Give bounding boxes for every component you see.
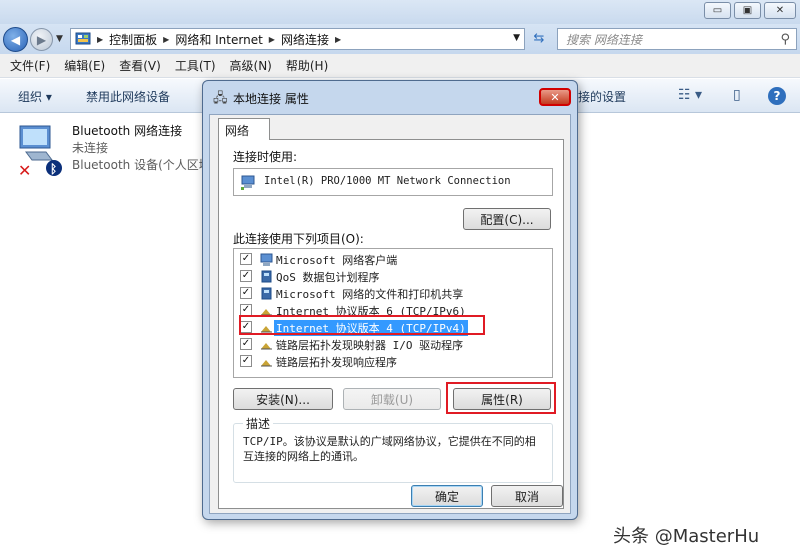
chevron-right-icon: ▶ <box>97 34 104 44</box>
list-item[interactable]: ✓ 链路层拓扑发现映射器 I/O 驱动程序 <box>234 336 552 353</box>
menu-bar: 文件(F) 编辑(E) 查看(V) 工具(T) 高级(N) 帮助(H) <box>0 54 800 78</box>
breadcrumb-network-connections[interactable]: 网络连接 <box>281 31 329 48</box>
service-icon <box>261 270 272 283</box>
chevron-right-icon[interactable]: ▶ <box>269 35 275 44</box>
highlight-box-properties <box>446 382 556 414</box>
item-label: QoS 数据包计划程序 <box>276 271 380 284</box>
adapter-field: Intel(R) PRO/1000 MT Network Connection <box>233 168 553 196</box>
back-button[interactable]: ◀ <box>3 27 28 52</box>
change-settings-button[interactable]: 接的设置 <box>578 88 626 105</box>
list-item[interactable]: ✓ Microsoft 网络的文件和打印机共享 <box>234 285 552 302</box>
connection-name[interactable]: Bluetooth 网络连接 <box>72 122 182 139</box>
menu-tools[interactable]: 工具(T) <box>175 57 225 74</box>
svg-text:✕: ✕ <box>18 161 31 178</box>
tab-network[interactable]: 网络 <box>218 118 270 140</box>
list-item[interactable]: ✓ Microsoft 网络客户端 <box>234 251 552 268</box>
dialog-title: 本地连接 属性 <box>233 92 309 106</box>
item-checkbox[interactable]: ✓ <box>240 338 252 350</box>
cancel-button[interactable]: 取消 <box>491 485 563 507</box>
connect-using-label: 连接时使用: <box>233 150 298 164</box>
dialog-close-button[interactable]: ✕ <box>539 88 571 106</box>
adapter-name: Intel(R) PRO/1000 MT Network Connection <box>264 175 511 187</box>
chevron-right-icon[interactable]: ▶ <box>335 35 341 44</box>
description-label: 描述 <box>243 415 274 432</box>
dialog-titlebar[interactable]: 🖧 本地连接 属性 ✕ <box>203 81 577 111</box>
service-icon <box>261 287 272 300</box>
item-label: Microsoft 网络客户端 <box>276 254 398 267</box>
item-label: 链路层拓扑发现映射器 I/O 驱动程序 <box>276 339 464 352</box>
list-item[interactable]: ✓ QoS 数据包计划程序 <box>234 268 552 285</box>
network-client-icon <box>260 253 273 266</box>
svg-text:ᛒ: ᛒ <box>50 162 57 176</box>
search-icon[interactable]: ⚲ <box>780 32 790 47</box>
forward-button[interactable]: ▶ <box>30 28 53 51</box>
address-dropdown-icon[interactable]: ▼ <box>513 33 520 43</box>
minimize-button[interactable]: ▭ <box>704 2 731 19</box>
chevron-right-icon[interactable]: ▶ <box>163 35 169 44</box>
item-checkbox[interactable]: ✓ <box>240 287 252 299</box>
configure-button[interactable]: 配置(C)... <box>463 208 551 230</box>
breadcrumb-network-internet[interactable]: 网络和 Internet <box>175 31 262 48</box>
uninstall-button[interactable]: 卸载(U) <box>343 388 441 410</box>
breadcrumb-control-panel[interactable]: 控制面板 <box>109 31 157 48</box>
disable-device-button[interactable]: 禁用此网络设备 <box>86 88 170 105</box>
address-row: ◀ ▶ ▼ ▶ 控制面板 ▶ 网络和 Internet ▶ 网络连接 ▶ ▼ ⇆… <box>0 24 800 54</box>
install-button[interactable]: 安装(N)... <box>233 388 333 410</box>
menu-advanced[interactable]: 高级(N) <box>230 57 281 74</box>
protocol-icon <box>261 360 272 367</box>
history-dropdown-icon[interactable]: ▼ <box>56 34 63 44</box>
network-tab-panel: 连接时使用: Intel(R) PRO/1000 MT Network Conn… <box>218 139 564 509</box>
items-label: 此连接使用下列项目(O): <box>233 232 364 246</box>
connection-status: 未连接 <box>72 141 109 155</box>
network-connection-icon: 🖧 <box>213 91 228 106</box>
description-text: TCP/IP。该协议是默认的广域网络协议，它提供在不同的相互连接的网络上的通讯。 <box>243 435 536 463</box>
protocol-icon <box>261 343 272 350</box>
connection-device: Bluetooth 设备(个人区域 <box>72 158 211 172</box>
menu-view[interactable]: 查看(V) <box>119 57 170 74</box>
item-checkbox[interactable]: ✓ <box>240 270 252 282</box>
refresh-icon[interactable]: ⇆ <box>530 31 548 47</box>
properties-dialog: 🖧 本地连接 属性 ✕ 网络 连接时使用: Intel(R) PRO/1000 … <box>202 80 578 520</box>
network-adapter-icon <box>241 175 255 190</box>
watermark: 头条 @MasterHu <box>613 526 760 547</box>
search-placeholder: 搜索 网络连接 <box>566 32 642 47</box>
menu-help[interactable]: 帮助(H) <box>286 57 337 74</box>
list-item[interactable]: ✓ 链路层拓扑发现响应程序 <box>234 353 552 370</box>
dialog-body: 网络 连接时使用: Intel(R) PRO/1000 MT Network C… <box>209 114 571 514</box>
bluetooth-network-icon[interactable]: ✕ ᛒ <box>16 122 64 180</box>
item-label: 链路层拓扑发现响应程序 <box>276 356 397 369</box>
item-label: Microsoft 网络的文件和打印机共享 <box>276 288 464 301</box>
highlight-box-ipv4 <box>239 315 485 335</box>
item-checkbox[interactable]: ✓ <box>240 355 252 367</box>
search-input[interactable]: 搜索 网络连接 ⚲ <box>557 28 797 50</box>
ok-button[interactable]: 确定 <box>411 485 483 507</box>
menu-file[interactable]: 文件(F) <box>10 57 59 74</box>
organize-button[interactable]: 组织 ▾ <box>18 88 52 105</box>
window-titlebar: ▭ ▣ ✕ <box>0 0 800 24</box>
preview-pane-icon[interactable]: ▯ <box>733 87 741 103</box>
item-checkbox[interactable]: ✓ <box>240 253 252 265</box>
close-button[interactable]: ✕ <box>764 2 796 19</box>
view-options-icon[interactable]: ☷ ▾ <box>678 87 702 103</box>
control-panel-icon <box>75 32 91 45</box>
maximize-button[interactable]: ▣ <box>734 2 761 19</box>
help-icon[interactable]: ? <box>768 87 786 105</box>
components-list: ✓ Microsoft 网络客户端 ✓ QoS 数据包计划程序 ✓ Micros… <box>233 248 553 378</box>
address-bar[interactable]: ▶ 控制面板 ▶ 网络和 Internet ▶ 网络连接 ▶ ▼ <box>70 28 525 50</box>
menu-edit[interactable]: 编辑(E) <box>64 57 114 74</box>
